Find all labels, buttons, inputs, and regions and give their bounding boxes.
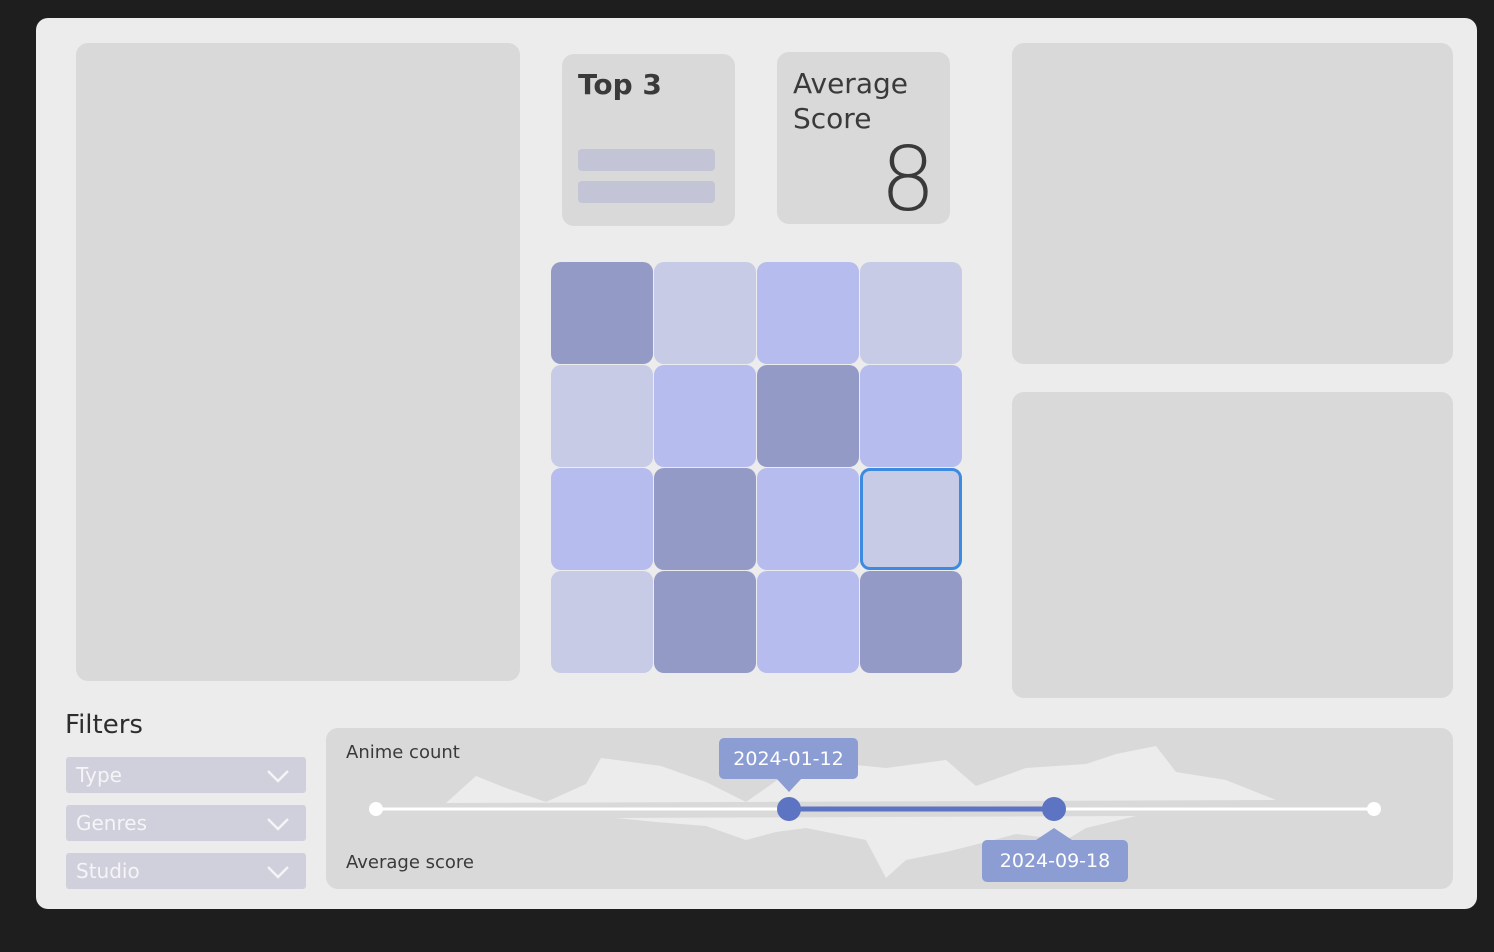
grid-tile[interactable] bbox=[551, 571, 653, 673]
slider-start-handle[interactable] bbox=[777, 797, 801, 821]
right-top-panel bbox=[1012, 43, 1453, 364]
grid-tile[interactable] bbox=[860, 365, 962, 467]
slider-min-endpoint bbox=[369, 802, 383, 816]
slider-max-endpoint bbox=[1367, 802, 1381, 816]
grid-tile[interactable] bbox=[551, 365, 653, 467]
timeline-panel: Anime count Average score 2024-01-12 202… bbox=[326, 728, 1453, 889]
grid-tile[interactable] bbox=[551, 468, 653, 570]
range-start-date: 2024-01-12 bbox=[719, 738, 858, 779]
grid-tile[interactable] bbox=[654, 365, 756, 467]
right-bottom-panel bbox=[1012, 392, 1453, 698]
grid-tile[interactable] bbox=[654, 262, 756, 364]
grid-tile[interactable] bbox=[757, 365, 859, 467]
tile-grid bbox=[551, 262, 963, 674]
average-score-title: Average Score bbox=[793, 66, 908, 136]
filters-title: Filters bbox=[65, 710, 143, 740]
genres-select-label: Genres bbox=[76, 811, 147, 835]
top3-card: Top 3 bbox=[562, 54, 735, 226]
top3-title: Top 3 bbox=[578, 68, 662, 101]
type-select[interactable]: Type bbox=[66, 757, 306, 793]
grid-tile[interactable] bbox=[757, 468, 859, 570]
slider-end-handle[interactable] bbox=[1042, 797, 1066, 821]
grid-tile[interactable] bbox=[654, 468, 756, 570]
range-end-date: 2024-09-18 bbox=[982, 840, 1128, 882]
top3-item-placeholder bbox=[578, 149, 715, 171]
grid-tile[interactable] bbox=[860, 571, 962, 673]
dashboard-frame: Top 3 Average Score 8 Filters Type Genre… bbox=[36, 18, 1477, 909]
grid-tile[interactable] bbox=[551, 262, 653, 364]
chevron-down-icon bbox=[267, 770, 289, 783]
anime-count-area bbox=[446, 746, 1276, 803]
grid-tile[interactable] bbox=[860, 262, 962, 364]
chevron-down-icon bbox=[267, 866, 289, 879]
average-score-label: Average score bbox=[346, 852, 475, 873]
top3-item-placeholder bbox=[578, 181, 715, 203]
average-score-card: Average Score 8 bbox=[777, 52, 950, 224]
type-select-label: Type bbox=[76, 763, 122, 787]
timeline-graph bbox=[369, 746, 1381, 878]
anime-count-label: Anime count bbox=[346, 742, 460, 763]
average-score-value: 8 bbox=[880, 128, 936, 231]
studio-select[interactable]: Studio bbox=[66, 853, 306, 889]
chevron-down-icon bbox=[267, 818, 289, 831]
left-panel bbox=[76, 43, 520, 681]
grid-tile[interactable] bbox=[757, 262, 859, 364]
studio-select-label: Studio bbox=[76, 859, 140, 883]
grid-tile[interactable] bbox=[757, 571, 859, 673]
genres-select[interactable]: Genres bbox=[66, 805, 306, 841]
average-score-title-line1: Average bbox=[793, 67, 908, 100]
grid-tile[interactable] bbox=[860, 468, 962, 570]
grid-tile[interactable] bbox=[654, 571, 756, 673]
